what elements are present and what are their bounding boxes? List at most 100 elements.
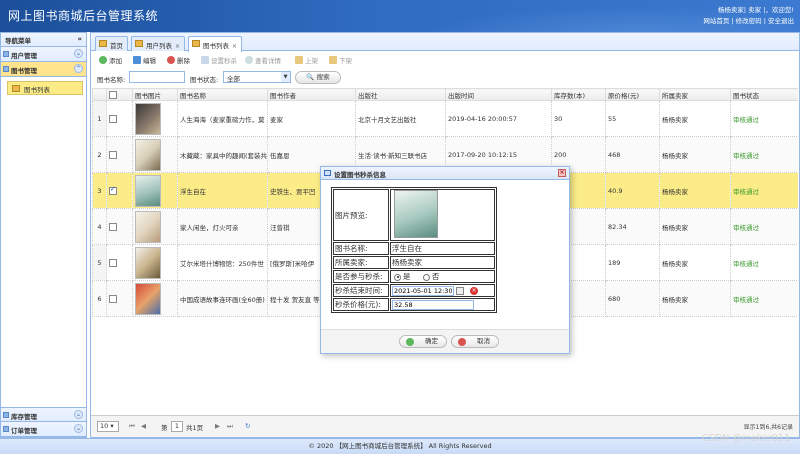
window-icon [324,170,331,176]
page-total: 共1页 [186,424,204,432]
nav-sidebar: 导航菜单 « 用户管理 ⌄ 图书管理 ⌃ 图书列表 库存管理 ⌄ 订单管理 ⌄ [0,32,87,438]
folder-icon [12,85,20,92]
chevron-down-icon[interactable]: ⌄ [74,424,83,433]
book-thumbnail [135,210,161,243]
last-page-icon[interactable]: ⏭ [227,422,233,431]
tab-book-list[interactable]: 图书列表 × [188,36,243,52]
seckill-form: 图片预览: 图书名称: 浮生自在 所属卖家: 杨杨卖家 是否参与秒杀: 是 否 … [331,187,497,313]
calendar-icon[interactable] [456,286,464,295]
row-checkbox[interactable] [109,150,117,159]
orders-icon [3,426,9,432]
tab-bar: 首页 用户列表 × 图书列表 × [91,33,799,52]
book-thumbnail [135,138,161,171]
col-name[interactable]: 图书名称 [177,88,268,101]
detail-button[interactable]: 查看详情 [245,55,281,65]
arrow-down-icon [329,56,337,64]
tab-user-list[interactable]: 用户列表 × [131,36,186,51]
cancel-button[interactable]: 取消 [451,335,499,348]
col-check[interactable] [106,88,133,101]
chevron-down-icon: ▼ [281,72,290,82]
edit-button[interactable]: 编辑 [133,55,156,65]
shelf-up-button[interactable]: 上架 [295,55,318,65]
search-button[interactable]: 🔍 搜索 [295,71,341,84]
chevron-down-icon[interactable]: ⌄ [74,410,83,419]
select-all-checkbox[interactable] [109,90,117,99]
shelf-down-button[interactable]: 下架 [329,55,352,65]
search-bar: 图书名称: 图书状态: 全部 ▼ 🔍 搜索 [95,71,795,85]
close-icon[interactable]: × [558,169,566,177]
users-icon [3,51,9,57]
sidebar-title: 导航菜单 « [1,33,86,47]
row-checkbox[interactable] [109,294,117,303]
pencil-icon [133,56,141,64]
page-size-select[interactable]: 10 ▾ [97,421,119,432]
page-icon [135,40,143,47]
page-icon [192,40,200,47]
page-prefix: 第 [161,424,168,432]
row-checkbox[interactable] [109,185,117,195]
book-name-value: 浮生自在 [390,242,495,255]
sidebar-group-books[interactable]: 图书管理 ⌃ [1,62,86,77]
user-info: 杨杨卖家| 卖家 |，欢迎您! 网站首页 | 修改密码 | 安全退出 [703,5,794,27]
stock-icon [3,412,9,418]
col-author[interactable]: 图书作者 [267,88,356,101]
arrow-up-icon [295,56,303,64]
prev-page-icon[interactable]: ◀ [141,422,146,430]
chevron-down-icon[interactable]: ⌄ [74,49,83,58]
col-price[interactable]: 原价格(元) [605,88,660,101]
col-publisher[interactable]: 出版社 [355,88,446,101]
table-row[interactable]: 1 人生海海（麦家重磅力作，莫 麦家 北京十月文艺出版社 2019-04-16 … [92,100,798,137]
app-header: 网上图书商城后台管理系统 杨杨卖家| 卖家 |，欢迎您! 网站首页 | 修改密码… [0,0,800,32]
page-footer: © 2020 【网上图书商城后台管理系统】 All Rights Reserve… [0,438,800,454]
home-icon [99,40,107,47]
book-thumbnail [135,174,161,207]
cancel-icon [458,338,466,346]
app-title: 网上图书商城后台管理系统 [8,9,159,23]
clock-icon [201,56,209,64]
col-stock[interactable]: 库存数(本) [551,88,606,101]
tab-home[interactable]: 首页 [95,36,128,51]
book-name-input[interactable] [129,71,185,83]
close-icon[interactable]: × [232,43,237,50]
add-button[interactable]: 添加 [99,55,122,65]
sidebar-item-book-list[interactable]: 图书列表 [7,81,83,95]
seckill-yes-radio[interactable] [394,273,401,281]
col-status[interactable]: 图书状态 [730,88,798,101]
dialog-title-bar: 设置图书秒杀信息 × [321,167,569,180]
col-image[interactable]: 图书图片 [132,88,178,101]
first-page-icon[interactable]: ⏮ [129,422,135,431]
sidebar-group-stock[interactable]: 库存管理 ⌄ [1,407,86,422]
clear-icon[interactable]: × [470,286,478,295]
eye-icon [245,56,253,64]
chevron-up-icon[interactable]: ⌃ [74,64,83,73]
status-label: 图书状态: [190,76,219,84]
row-checkbox[interactable] [109,114,117,123]
seckill-no-radio[interactable] [422,273,430,281]
seckill-price-field[interactable] [392,299,474,310]
col-seller[interactable]: 所属卖家 [659,88,731,101]
delete-button[interactable]: 删除 [167,55,190,65]
col-rownum [92,88,107,101]
row-checkbox[interactable] [109,258,117,267]
dialog-footer: 确定 取消 [321,329,569,353]
grid-header: 图书图片 图书名称 图书作者 出版社 出版时间 库存数(本) 原价格(元) 所属… [92,88,798,101]
col-date[interactable]: 出版时间 [445,88,552,101]
header-links[interactable]: 网站首页 | 修改密码 | 安全退出 [703,16,794,27]
books-icon [3,66,9,72]
seckill-button[interactable]: 设置秒杀 [201,55,237,65]
add-icon [99,56,107,64]
page-number-input[interactable]: 1 [171,421,183,432]
next-page-icon[interactable]: ▶ [215,422,220,430]
refresh-icon[interactable]: ↻ [245,422,250,430]
confirm-button[interactable]: 确定 [399,335,447,348]
seller-value: 杨杨卖家 [390,256,495,269]
sidebar-group-orders[interactable]: 订单管理 ⌄ [1,422,86,437]
collapse-icon[interactable]: « [77,35,82,43]
delete-icon [167,56,175,64]
sidebar-group-users[interactable]: 用户管理 ⌄ [1,47,86,62]
row-checkbox[interactable] [109,222,117,231]
status-select[interactable]: 全部 ▼ [223,71,291,83]
close-icon[interactable]: × [175,43,180,50]
end-time-field[interactable] [392,285,454,296]
record-summary: 显示1到6,共6记录 [743,424,793,431]
